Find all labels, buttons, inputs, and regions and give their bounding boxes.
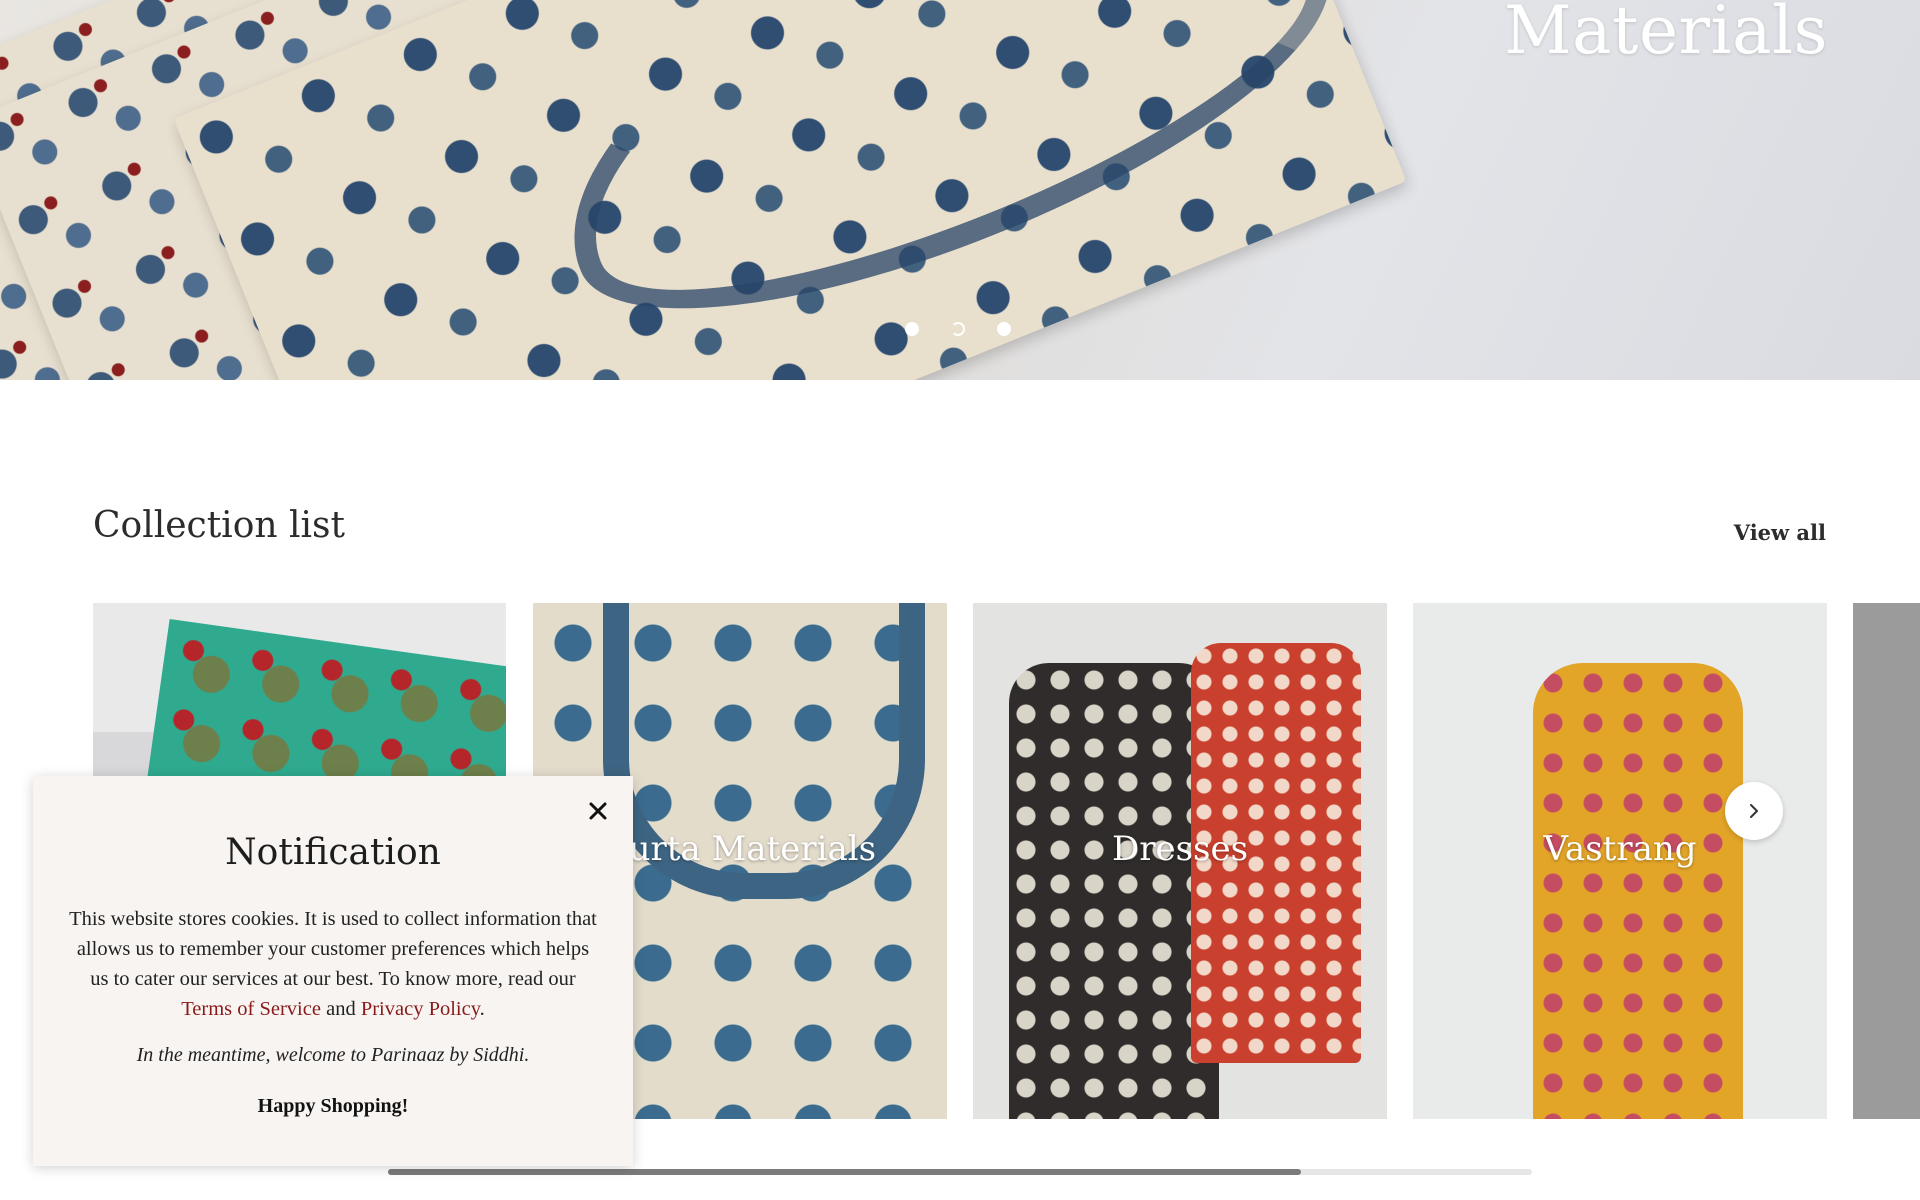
carousel-scrollbar[interactable] bbox=[388, 1169, 1532, 1175]
slide-dot-2-active[interactable] bbox=[951, 322, 965, 336]
terms-of-service-link[interactable]: Terms of Service bbox=[181, 998, 321, 1020]
close-icon bbox=[589, 802, 607, 820]
section-title: Collection list bbox=[93, 505, 345, 546]
cookie-notification: Notification This website stores cookies… bbox=[33, 776, 633, 1166]
carousel-next-button[interactable] bbox=[1725, 782, 1783, 840]
notification-title: Notification bbox=[225, 832, 441, 873]
closing-text: Happy Shopping! bbox=[257, 1095, 409, 1117]
hero-slideshow: Materials bbox=[0, 0, 1920, 380]
collection-card-label: Dresses bbox=[1111, 829, 1249, 869]
hero-title: Materials bbox=[1504, 0, 1828, 69]
slide-dot-1[interactable] bbox=[905, 322, 919, 336]
collection-card-image bbox=[1009, 663, 1219, 1119]
period-text: . bbox=[479, 998, 485, 1020]
collection-card-partial[interactable] bbox=[1853, 603, 1920, 1119]
collection-card-vastrang[interactable]: Vastrang bbox=[1413, 603, 1827, 1119]
privacy-policy-link[interactable]: Privacy Policy bbox=[361, 998, 480, 1020]
collection-card-image bbox=[1533, 663, 1743, 1119]
close-button[interactable] bbox=[583, 796, 613, 826]
slide-indicators bbox=[905, 322, 1011, 336]
carousel-scrollbar-thumb[interactable] bbox=[388, 1169, 1301, 1175]
and-text: and bbox=[326, 998, 356, 1020]
chevron-right-icon bbox=[1750, 804, 1758, 818]
slide-dot-3[interactable] bbox=[997, 322, 1011, 336]
notification-body: This website stores cookies. It is used … bbox=[67, 904, 599, 1024]
notification-text: This website stores cookies. It is used … bbox=[69, 908, 597, 990]
collection-card-dresses[interactable]: Dresses bbox=[973, 603, 1387, 1119]
view-all-link[interactable]: View all bbox=[1734, 520, 1826, 545]
welcome-text: In the meantime, welcome to Parinaaz by … bbox=[136, 1044, 530, 1066]
